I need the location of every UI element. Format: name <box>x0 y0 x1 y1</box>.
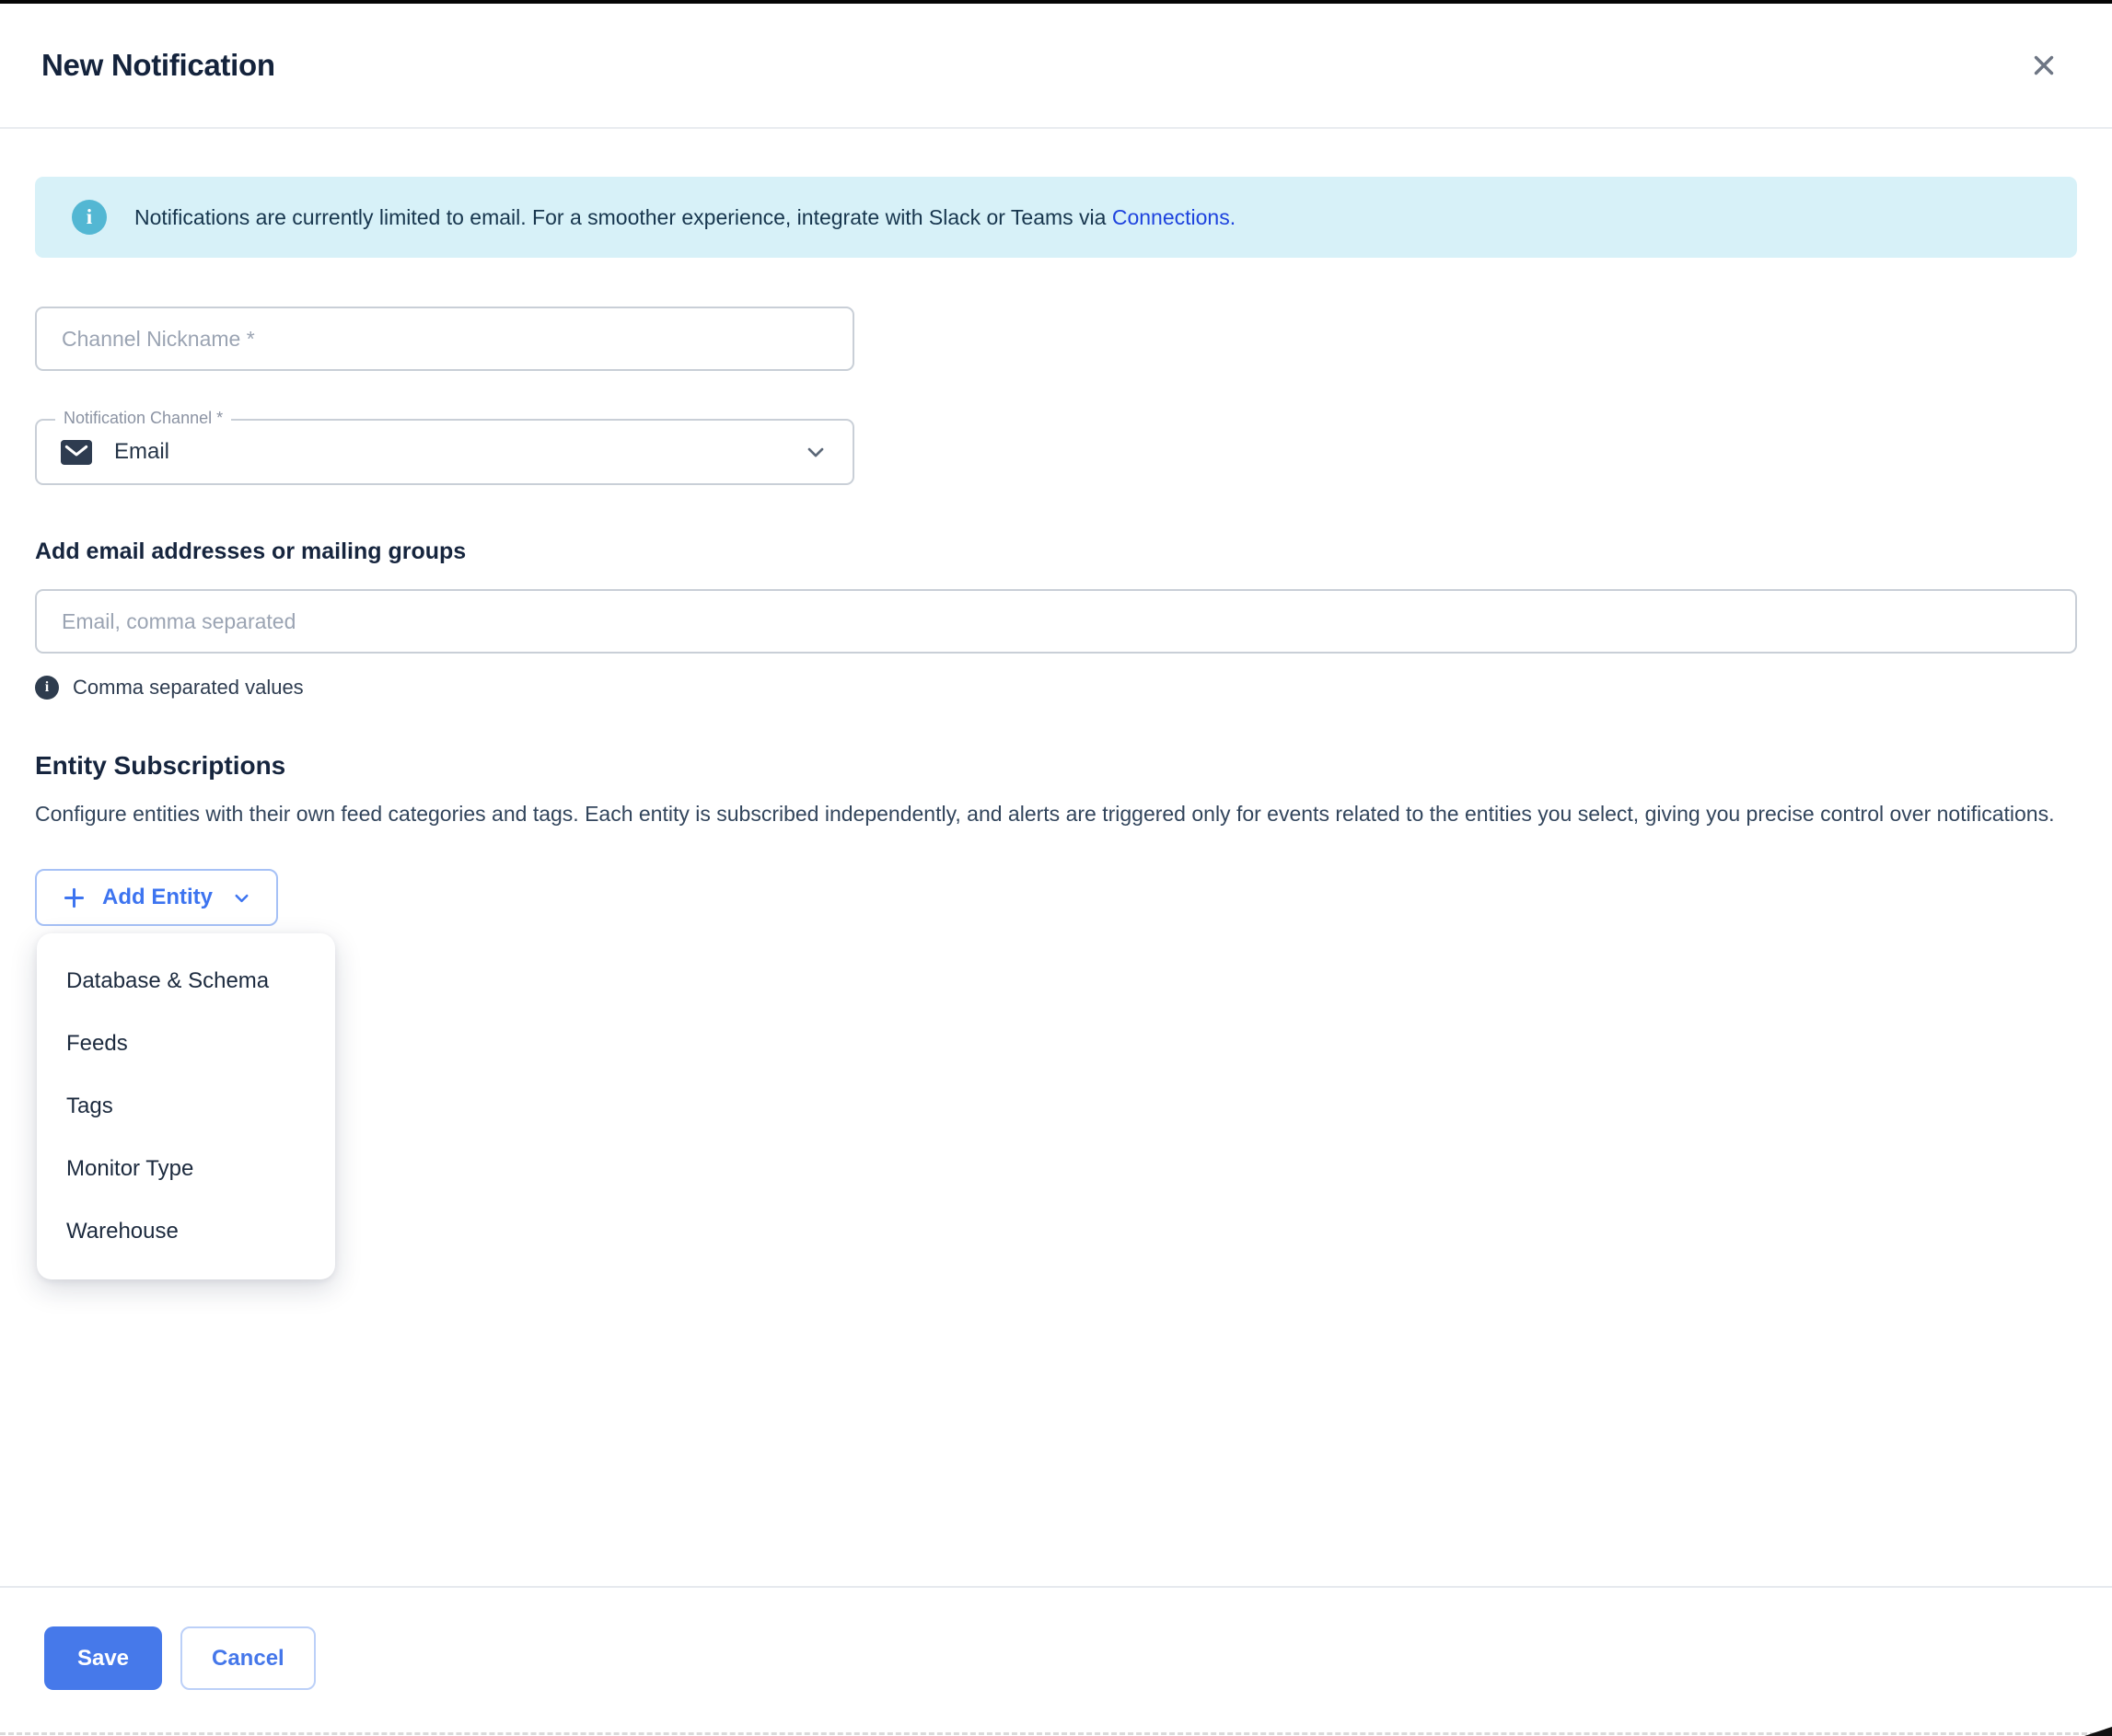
banner-message: Notifications are currently limited to e… <box>134 205 1236 230</box>
new-notification-dialog: New Notification i Notifications are cur… <box>0 0 2112 1736</box>
add-entity-menu: Database & Schema Feeds Tags Monitor Typ… <box>37 933 335 1279</box>
email-section-heading: Add email addresses or mailing groups <box>35 538 467 564</box>
dialog-footer: Save Cancel <box>44 1626 316 1690</box>
info-banner: i Notifications are currently limited to… <box>35 177 2077 258</box>
window-top-edge <box>0 0 2112 4</box>
info-icon: i <box>72 200 107 235</box>
entity-subscriptions-heading: Entity Subscriptions <box>35 751 286 780</box>
add-entity-label: Add Entity <box>102 885 213 909</box>
entity-subscriptions-description: Configure entities with their own feed c… <box>35 802 2055 826</box>
menu-item-feeds[interactable]: Feeds <box>37 1013 335 1075</box>
notification-channel-select[interactable]: Notification Channel * Email <box>35 409 854 485</box>
banner-message-text: Notifications are currently limited to e… <box>134 204 1112 229</box>
email-helper-text: Comma separated values <box>73 676 304 699</box>
email-helper: i Comma separated values <box>35 676 2077 700</box>
email-icon <box>61 439 92 465</box>
chevron-down-icon <box>231 887 252 909</box>
cancel-button[interactable]: Cancel <box>180 1626 316 1690</box>
notification-channel-value: Email <box>114 439 170 464</box>
close-button[interactable] <box>2024 45 2064 86</box>
email-addresses-input[interactable] <box>35 589 2077 654</box>
channel-nickname-input[interactable] <box>35 307 854 371</box>
add-entity-button[interactable]: Add Entity <box>35 869 278 926</box>
menu-item-database-schema[interactable]: Database & Schema <box>37 950 335 1013</box>
cursor-artifact <box>2084 1727 2112 1736</box>
dialog-body: i Notifications are currently limited to… <box>0 177 2112 1279</box>
save-button[interactable]: Save <box>44 1626 162 1690</box>
footer-divider <box>0 1586 2112 1588</box>
dialog-title: New Notification <box>41 48 275 82</box>
close-icon <box>2028 50 2060 81</box>
menu-item-tags[interactable]: Tags <box>37 1075 335 1138</box>
bottom-dashed-edge <box>0 1732 2112 1735</box>
menu-item-warehouse[interactable]: Warehouse <box>37 1200 335 1263</box>
plus-icon <box>61 885 87 911</box>
chevron-down-icon <box>803 439 829 465</box>
info-filled-icon: i <box>35 676 59 700</box>
add-entity-wrapper: Add Entity Database & Schema Feeds Tags … <box>35 869 335 1279</box>
notification-channel-label: Notification Channel * <box>55 409 232 428</box>
dialog-header: New Notification <box>0 0 2112 129</box>
connections-link[interactable]: Connections. <box>1112 205 1236 229</box>
menu-item-monitor-type[interactable]: Monitor Type <box>37 1138 335 1200</box>
